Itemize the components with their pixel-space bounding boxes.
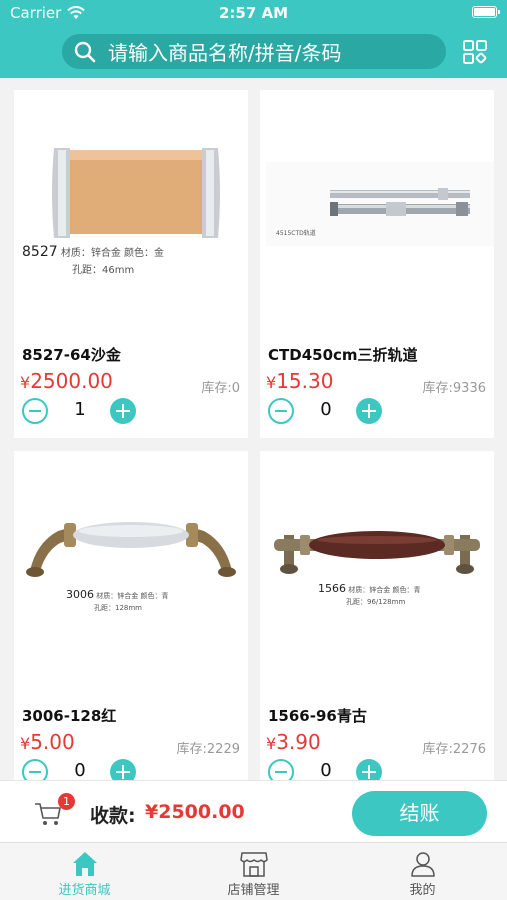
total-label: 收款: [90,805,136,827]
tab-bar: 进货商城 店铺管理 我的 [0,842,507,900]
product-price: ¥2500.00 [20,369,113,393]
product-stock: 库存:0 [201,381,240,396]
search-placeholder: 请输入商品名称/拼音/条码 [108,41,342,65]
product-price: ¥3.90 [266,730,321,754]
product-card[interactable]: 3006 材质：锌合金 颜色：青 孔距：128mm 3006-128红 ¥5.0… [14,451,248,780]
price-value: 3.90 [276,730,321,754]
decrease-quantity-button[interactable] [268,398,294,424]
product-stock: 库存:9336 [422,381,486,396]
checkout-button[interactable]: 结账 [352,791,487,836]
tab-label: 进货商城 [58,883,111,898]
image-caption-line1: 材质：锌合金 颜色：青 [96,592,169,600]
cart-count-badge: 1 [58,793,75,810]
increase-quantity-button[interactable] [356,759,382,780]
handle-bar-image [14,90,248,340]
tab-store-management[interactable]: 店铺管理 [169,843,338,900]
increase-quantity-button[interactable] [110,759,136,780]
product-card[interactable]: 8527 材质：锌合金 颜色：金 孔距：46mm 8527-64沙金 ¥2500… [14,90,248,438]
price-value: 5.00 [30,730,75,754]
tab-mall[interactable]: 进货商城 [0,843,169,900]
product-card[interactable]: 1566 材质：锌合金 颜色：青 孔距：96/128mm 1566-96青古 ¥… [260,451,494,780]
search-icon [74,41,96,62]
product-name: CTD450cm三折轨道 [268,346,418,364]
store-icon [240,852,268,877]
scan-icon[interactable] [463,40,487,64]
image-model-number: 1566 [318,582,346,595]
search-bar[interactable]: 请输入商品名称/拼音/条码 [62,34,446,69]
image-caption: 3006 材质：锌合金 颜色：青 孔距：128mm [66,589,168,614]
status-bar: Carrier 2:57 AM [10,4,500,24]
quantity-value: 0 [74,760,86,780]
tab-label: 店铺管理 [227,883,280,898]
increase-quantity-button[interactable] [356,398,382,424]
drawer-slide-image [260,90,494,340]
quantity-value: 0 [320,399,332,420]
battery-icon [472,6,500,18]
checkout-bar: 1 收款: ¥2500.00 结账 [0,780,507,842]
product-image: 4515CTD轨道 [260,90,494,340]
price-currency: ¥ [266,734,277,753]
image-caption-line1: 材质：锌合金 颜色：青 [348,586,421,594]
quantity-stepper: 0 [22,759,172,780]
app-header: Carrier 2:57 AM 请输入商品名称/拼音/条码 [0,0,507,78]
home-icon [73,852,97,876]
price-currency: ¥ [20,734,31,753]
image-caption-line2: 孔距：96/128mm [346,598,406,606]
product-image: 1566 材质：锌合金 颜色：青 孔距：96/128mm [260,451,494,701]
product-name: 3006-128红 [22,707,117,725]
image-caption-line2: 孔距：128mm [94,604,142,612]
quantity-stepper: 0 [268,398,418,424]
product-grid: 8527 材质：锌合金 颜色：金 孔距：46mm 8527-64沙金 ¥2500… [0,78,507,780]
wood-handle-image [260,451,494,701]
ceramic-handle-image [14,451,248,701]
price-currency: ¥ [266,373,277,392]
decrease-quantity-button[interactable] [22,759,48,780]
increase-quantity-button[interactable] [110,398,136,424]
product-card[interactable]: 4515CTD轨道 CTD450cm三折轨道 ¥15.30 库存:9336 0 [260,90,494,438]
total-amount: ¥2500.00 [145,801,245,823]
product-price: ¥15.30 [266,369,333,393]
price-currency: ¥ [20,373,31,392]
tab-label: 我的 [409,883,436,898]
product-price: ¥5.00 [20,730,75,754]
image-caption-line1: 材质：锌合金 颜色：金 [60,248,165,259]
image-caption: 8527 材质：锌合金 颜色：金 孔距：46mm [22,244,164,279]
product-stock: 库存:2229 [176,742,240,757]
price-value: 15.30 [276,369,334,393]
decrease-quantity-button[interactable] [22,398,48,424]
product-image: 8527 材质：锌合金 颜色：金 孔距：46mm [14,90,248,340]
status-time: 2:57 AM [218,4,289,22]
quantity-value: 1 [74,399,86,420]
image-caption: 4515CTD轨道 [276,230,316,237]
image-model-number: 3006 [66,588,94,601]
product-name: 1566-96青古 [268,707,367,725]
tab-mine[interactable]: 我的 [338,843,507,900]
user-icon [411,852,435,877]
decrease-quantity-button[interactable] [268,759,294,780]
price-value: 2500.00 [30,369,113,393]
image-caption-line2: 孔距：46mm [72,265,135,276]
image-caption: 1566 材质：锌合金 颜色：青 孔距：96/128mm [318,583,420,608]
product-stock: 库存:2276 [422,742,486,757]
quantity-stepper: 1 [22,398,172,424]
image-model-number: 8527 [22,244,58,260]
quantity-stepper: 0 [268,759,418,780]
product-image: 3006 材质：锌合金 颜色：青 孔距：128mm [14,451,248,701]
quantity-value: 0 [320,760,332,780]
product-name: 8527-64沙金 [22,346,121,364]
